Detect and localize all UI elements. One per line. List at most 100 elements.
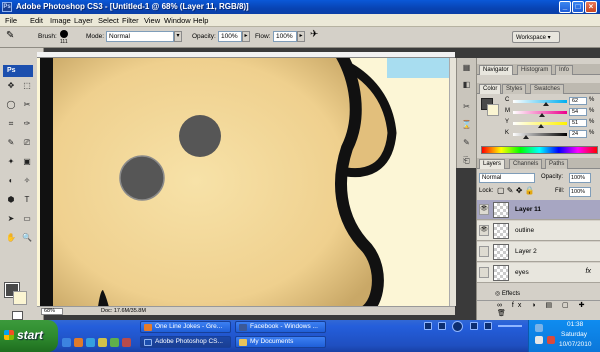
layer-row[interactable]: 👁 Layer 11 <box>477 200 600 220</box>
tab-swatches[interactable]: Swatches <box>530 84 565 94</box>
color-bg-swatch[interactable] <box>487 104 499 116</box>
tool-13-icon[interactable]: T <box>20 193 34 206</box>
flow-dropdown-icon[interactable]: ▸ <box>297 31 305 42</box>
tab-layers[interactable]: Layers <box>479 159 506 169</box>
cmyk-value-input[interactable]: 51 <box>569 119 587 127</box>
close-button[interactable]: × <box>585 1 597 13</box>
fill-input[interactable]: 100% <box>569 187 591 197</box>
quicklaunch-ie-icon[interactable] <box>62 338 71 347</box>
color-dock-icon[interactable]: ◧ <box>460 78 473 91</box>
media-mute-icon[interactable] <box>484 322 492 330</box>
media-prev-icon[interactable] <box>438 322 446 330</box>
tool-7-icon[interactable]: ⎚ <box>20 136 34 149</box>
tool-4-icon[interactable]: ⌗ <box>4 117 18 130</box>
document-canvas[interactable] <box>37 58 455 314</box>
quicklaunch-app-icon[interactable] <box>122 338 131 347</box>
opacity-dropdown-icon[interactable]: ▸ <box>242 31 250 42</box>
navigator-dock-icon[interactable]: ▦ <box>460 61 473 74</box>
history-dock-icon[interactable]: ⌛ <box>460 118 473 131</box>
quicklaunch-folder-icon[interactable] <box>98 338 107 347</box>
tool-1-icon[interactable]: ⬚ <box>20 79 34 92</box>
tool-17-icon[interactable]: 🔍 <box>20 231 34 244</box>
cmyk-slider-track[interactable] <box>513 133 567 136</box>
clone-dock-icon[interactable]: ⎗ <box>460 154 473 167</box>
layer-visibility-eye-icon[interactable]: 👁 <box>479 204 489 215</box>
tool-9-icon[interactable]: ▣ <box>20 155 34 168</box>
menu-layer[interactable]: Layer <box>74 16 93 25</box>
tool-5-icon[interactable]: ✑ <box>20 117 34 130</box>
tool-2-icon[interactable]: ◯ <box>4 98 18 111</box>
cmyk-value-input[interactable]: 24 <box>569 130 587 138</box>
tab-channels[interactable]: Channels <box>509 159 543 169</box>
layer-visibility-eye-icon[interactable]: 👁 <box>479 225 489 236</box>
task-button-mydocuments[interactable]: My Documents <box>235 336 326 348</box>
tools-dock-icon[interactable]: ✂ <box>460 100 473 113</box>
media-pause-icon[interactable] <box>452 321 463 332</box>
layer-row[interactable]: 👁 outline <box>477 221 600 241</box>
tab-histogram[interactable]: Histogram <box>517 65 553 75</box>
tool-16-icon[interactable]: ✋ <box>4 231 18 244</box>
layer-row[interactable]: Layer 2 <box>477 242 600 262</box>
security-icon[interactable] <box>547 336 555 344</box>
tool-12-icon[interactable]: ⬢ <box>4 193 18 206</box>
quick-mask-icon[interactable] <box>12 311 23 320</box>
media-volume-slider[interactable] <box>498 325 522 327</box>
quicklaunch-media-icon[interactable] <box>110 338 119 347</box>
task-button-facebook[interactable]: Facebook - Windows ... <box>235 321 326 333</box>
airbrush-icon[interactable]: ✈ <box>310 29 318 40</box>
zoom-level[interactable]: 68% <box>41 308 63 315</box>
vertical-scrollbar[interactable] <box>449 58 456 306</box>
cmyk-slider-track[interactable] <box>513 100 567 103</box>
menu-select[interactable]: Select <box>98 16 119 25</box>
cmyk-slider-thumb[interactable] <box>543 102 550 106</box>
color-spectrum-bar[interactable] <box>481 146 598 154</box>
tool-14-icon[interactable]: ➤ <box>4 212 18 225</box>
maximize-button[interactable]: □ <box>572 1 584 13</box>
network-icon[interactable] <box>535 324 543 332</box>
brushes-dock-icon[interactable]: ✎ <box>460 136 473 149</box>
mode-select[interactable]: Normal <box>106 31 174 42</box>
tab-navigator[interactable]: Navigator <box>479 65 513 75</box>
cmyk-slider-thumb[interactable] <box>522 135 529 139</box>
brush-preset-icon[interactable] <box>60 30 68 38</box>
menu-filter[interactable]: Filter <box>122 16 139 25</box>
tool-15-icon[interactable]: ▭ <box>20 212 34 225</box>
tool-3-icon[interactable]: ✂ <box>20 98 34 111</box>
canvas-artwork[interactable] <box>37 58 455 314</box>
tool-10-icon[interactable]: ◐ <box>4 174 18 187</box>
tool-6-icon[interactable]: ✎ <box>4 136 18 149</box>
tool-11-icon[interactable]: ✧ <box>20 174 34 187</box>
blend-mode-select[interactable]: Normal <box>479 173 535 183</box>
minimize-button[interactable]: _ <box>559 1 571 13</box>
cmyk-value-input[interactable]: 62 <box>569 97 587 105</box>
task-button-jokes[interactable]: One Line Jokes - Gre... <box>140 321 231 333</box>
menu-help[interactable]: Help <box>193 16 208 25</box>
tool-8-icon[interactable]: ✦ <box>4 155 18 168</box>
media-next-icon[interactable] <box>470 322 478 330</box>
layer-row[interactable]: eyes fx <box>477 263 600 283</box>
volume-icon[interactable] <box>535 336 543 344</box>
layer-visibility-eye-icon[interactable] <box>479 246 489 257</box>
layers-opacity-input[interactable]: 100% <box>569 173 591 183</box>
layers-footer-icons[interactable]: ∞ fx ◑ ▤ ▢ ✚ 🗑 <box>477 300 600 317</box>
task-button-photoshop[interactable]: Adobe Photoshop CS... <box>140 336 231 348</box>
layer-visibility-eye-icon[interactable] <box>479 267 489 278</box>
tab-color[interactable]: Color <box>479 84 502 94</box>
mode-dropdown-icon[interactable]: ▾ <box>174 31 182 42</box>
quicklaunch-messenger-icon[interactable] <box>86 338 95 347</box>
menu-edit[interactable]: Edit <box>30 16 43 25</box>
start-button[interactable]: start <box>0 320 58 352</box>
layer-fx-icon[interactable]: fx <box>586 268 591 275</box>
lock-icons[interactable]: ▢ ✎ ✥ 🔒 <box>497 186 535 195</box>
menu-view[interactable]: View <box>144 16 160 25</box>
cmyk-slider-thumb[interactable] <box>537 124 544 128</box>
media-stop-icon[interactable] <box>424 322 432 330</box>
quicklaunch-firefox-icon[interactable] <box>74 338 83 347</box>
tab-styles[interactable]: Styles <box>502 84 527 94</box>
brush-tool-icon[interactable]: ✎ <box>6 30 14 41</box>
menu-image[interactable]: Image <box>50 16 71 25</box>
flow-input[interactable]: 100% <box>273 31 297 42</box>
tool-0-icon[interactable]: ✥ <box>4 79 18 92</box>
workspace-button[interactable]: Workspace ▾ <box>512 31 560 43</box>
cmyk-slider-thumb[interactable] <box>539 113 546 117</box>
